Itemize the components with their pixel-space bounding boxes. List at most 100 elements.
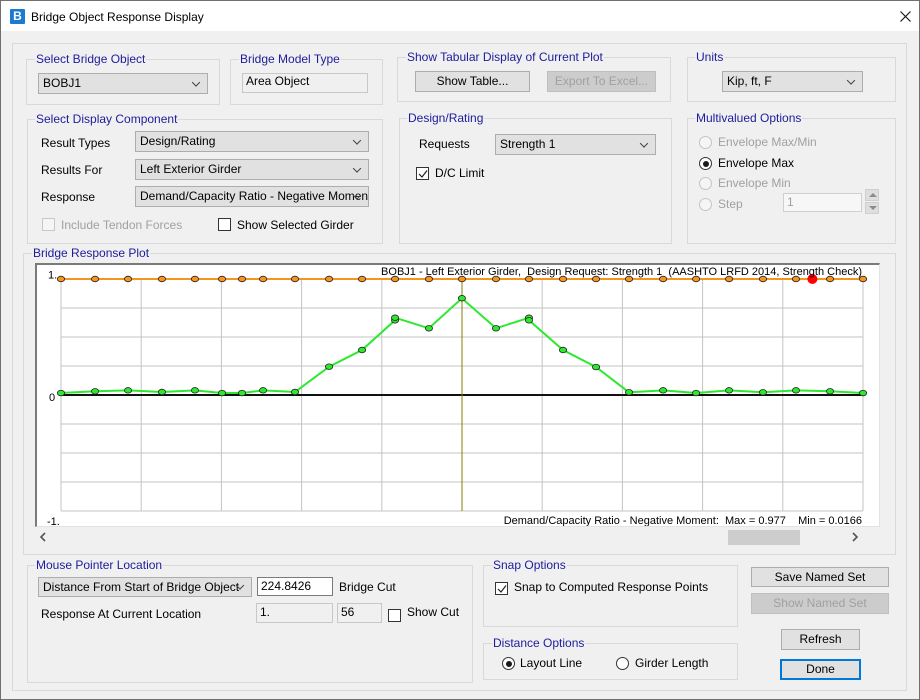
show-cut-checkbox[interactable] xyxy=(388,609,401,622)
save-named-set-button[interactable]: Save Named Set xyxy=(751,567,889,587)
dc-limit-point xyxy=(56,275,65,283)
response-value-field: 1. xyxy=(256,603,333,623)
refresh-button[interactable]: Refresh xyxy=(781,629,860,650)
result-types-dropdown[interactable]: Design/Rating xyxy=(135,131,369,152)
dc-ratio-point xyxy=(491,325,500,332)
dc-limit-point xyxy=(358,275,367,283)
layout-line-label: Layout Line xyxy=(520,656,583,670)
bridge-response-plot-label: Bridge Response Plot xyxy=(32,246,151,260)
y-tick-label-zero: 0 xyxy=(49,392,55,404)
chevron-left-icon xyxy=(39,532,46,542)
dc-ratio-point xyxy=(524,317,533,324)
response-label: Response xyxy=(41,190,96,204)
show-selected-girder-label: Show Selected Girder xyxy=(237,218,354,232)
distance-mode-value: Distance From Start of Bridge Object xyxy=(43,580,240,594)
bridge-object-value: BOBJ1 xyxy=(43,76,82,90)
chevron-down-icon xyxy=(846,75,856,85)
show-cut-label: Show Cut xyxy=(407,605,460,619)
select-bridge-object-label: Select Bridge Object xyxy=(35,52,147,66)
dc-limit-point xyxy=(91,275,100,283)
chevron-down-icon xyxy=(191,77,201,87)
snap-options-label: Snap Options xyxy=(492,558,567,572)
dc-limit-point xyxy=(157,275,166,283)
snap-to-points-label: Snap to Computed Response Points xyxy=(514,580,709,594)
dc-ratio-point xyxy=(758,389,767,396)
dc-limit-checkbox[interactable] xyxy=(416,167,429,180)
envelope-max-min-radio[interactable] xyxy=(699,136,712,149)
dc-ratio-point xyxy=(218,389,227,397)
snap-to-points-checkbox[interactable] xyxy=(495,582,508,595)
dc-ratio-point xyxy=(725,387,734,394)
horizontal-scrollbar-thumb[interactable] xyxy=(728,530,800,545)
layout-line-radio[interactable] xyxy=(502,657,515,670)
show-named-set-button[interactable]: Show Named Set xyxy=(751,593,889,614)
envelope-max-radio[interactable] xyxy=(699,157,712,170)
bridge-model-type-field: Area Object xyxy=(242,73,368,93)
chevron-right-icon xyxy=(852,532,859,542)
dc-limit-point xyxy=(238,275,247,283)
requests-dropdown[interactable]: Strength 1 xyxy=(495,134,656,155)
step-input[interactable]: 1 xyxy=(783,193,862,212)
distance-input[interactable]: 224.8426 xyxy=(257,577,333,596)
step-up-button[interactable] xyxy=(865,189,879,201)
dc-ratio-point xyxy=(592,363,601,371)
result-types-value: Design/Rating xyxy=(140,134,216,148)
show-table-button[interactable]: Show Table... xyxy=(415,71,530,92)
chart-title: BOBJ1 - Left Exterior Girder, Design Req… xyxy=(381,266,862,278)
dc-ratio-point xyxy=(692,389,701,397)
dc-ratio-point xyxy=(559,346,568,354)
dc-limit-point xyxy=(325,275,334,283)
units-value: Kip, ft, F xyxy=(727,74,772,88)
mouse-pointer-location-label: Mouse Pointer Location xyxy=(35,558,164,572)
window-title: Bridge Object Response Display xyxy=(31,10,204,24)
bridge-model-type-label: Bridge Model Type xyxy=(239,52,341,66)
units-label: Units xyxy=(695,50,725,64)
bridge-app-icon: B xyxy=(10,9,25,24)
dc-limit-point xyxy=(124,275,133,283)
envelope-min-label: Envelope Min xyxy=(718,176,791,190)
close-button[interactable] xyxy=(894,6,916,26)
results-for-label: Results For xyxy=(41,163,103,177)
y-tick-label-bottom: -1. xyxy=(47,516,60,526)
bridge-cut-label: Bridge Cut xyxy=(339,580,396,594)
response-chart[interactable]: 1. 0 -1. BOBJ1 - Left Exterior Girder, D… xyxy=(37,265,879,526)
multivalued-options-label: Multivalued Options xyxy=(695,111,803,125)
distance-options-label: Distance Options xyxy=(492,636,586,650)
envelope-max-min-label: Envelope Max/Min xyxy=(718,135,817,149)
step-down-button[interactable] xyxy=(865,202,879,214)
dc-ratio-point xyxy=(358,346,367,354)
done-button[interactable]: Done xyxy=(780,659,861,680)
title-bar: B Bridge Object Response Display xyxy=(1,1,919,31)
plot-area[interactable]: 1. 0 -1. BOBJ1 - Left Exterior Girder, D… xyxy=(35,263,880,527)
export-to-excel-button[interactable]: Export To Excel... xyxy=(547,71,656,92)
snap-options-group xyxy=(483,565,738,627)
point-index-field: 56 xyxy=(337,603,382,623)
requests-value: Strength 1 xyxy=(500,137,556,151)
girder-length-radio[interactable] xyxy=(616,657,629,670)
step-radio[interactable] xyxy=(699,198,712,211)
show-selected-girder-checkbox[interactable] xyxy=(218,218,231,231)
dc-ratio-point xyxy=(56,389,65,397)
dc-limit-point xyxy=(290,275,299,283)
dc-ratio-point xyxy=(826,388,835,395)
units-dropdown[interactable]: Kip, ft, F xyxy=(722,71,863,92)
bridge-object-response-dialog: B Bridge Object Response Display Select … xyxy=(0,0,920,700)
dc-ratio-point xyxy=(859,389,868,397)
envelope-min-radio[interactable] xyxy=(699,177,712,190)
dc-ratio-point xyxy=(157,388,166,396)
include-tendon-forces-checkbox[interactable] xyxy=(42,218,55,231)
bridge-object-dropdown[interactable]: BOBJ1 xyxy=(38,73,208,94)
results-for-dropdown[interactable]: Left Exterior Girder xyxy=(135,159,369,180)
dc-ratio-point xyxy=(124,387,133,394)
response-dropdown[interactable]: Demand/Capacity Ratio - Negative Moment xyxy=(135,186,369,207)
checkmark-icon xyxy=(497,585,507,593)
scroll-right-button[interactable] xyxy=(850,531,860,543)
arrow-up-icon xyxy=(869,193,877,197)
chevron-down-icon xyxy=(352,163,362,173)
close-icon xyxy=(900,11,911,22)
distance-mode-dropdown[interactable]: Distance From Start of Bridge Object xyxy=(38,577,252,597)
scroll-left-button[interactable] xyxy=(38,531,48,543)
dc-ratio-point xyxy=(659,387,668,394)
dc-ratio-point xyxy=(325,363,334,370)
dc-ratio-point xyxy=(238,389,247,397)
